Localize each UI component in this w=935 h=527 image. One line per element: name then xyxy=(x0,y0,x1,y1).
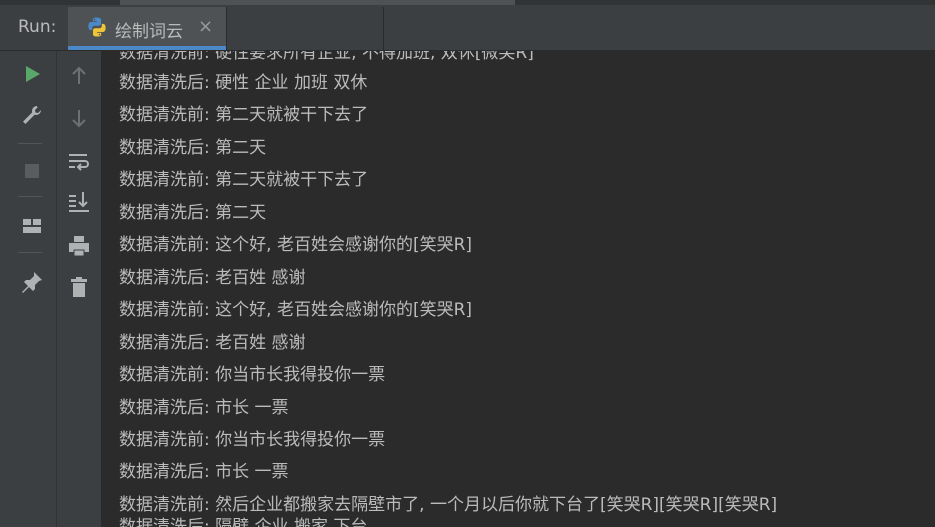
console-line: 数据清洗后: 隔壁 企业 搬家 下台 xyxy=(119,517,368,527)
console-line: 数据清洗后: 老百姓 感谢 xyxy=(119,267,306,288)
console-line: 数据清洗后: 第二天 xyxy=(119,137,267,158)
console-output[interactable]: 数据清洗前: 硬性要求所有企业, 不得加班, 双休[微笑R] 数据清洗后: 硬性… xyxy=(101,51,935,527)
console-line: 数据清洗前: 第二天就被干下去了 xyxy=(119,105,369,126)
tab-divider xyxy=(383,7,384,50)
stop-icon[interactable] xyxy=(18,157,46,185)
up-arrow-icon[interactable] xyxy=(65,62,93,90)
left-toolbar xyxy=(0,51,56,527)
run-icon[interactable] xyxy=(18,60,46,88)
layout-icon[interactable] xyxy=(18,212,46,240)
console-line: 数据清洗前: 第二天就被干下去了 xyxy=(119,170,369,191)
run-label: Run: xyxy=(18,17,57,37)
console-line: 数据清洗前: 你当市长我得投你一票 xyxy=(119,365,386,386)
console-line: 数据清洗后: 市长 一票 xyxy=(119,397,289,418)
scroll-to-end-icon[interactable] xyxy=(65,188,93,216)
toolbar-separator xyxy=(18,143,42,144)
console-line: 数据清洗前: 你当市长我得投你一票 xyxy=(119,429,386,450)
console-line: 数据清洗后: 第二天 xyxy=(119,202,267,223)
soft-wrap-icon[interactable] xyxy=(65,147,93,175)
run-toolwindow-header: Run: 绘制词云 × xyxy=(0,0,935,51)
down-arrow-icon[interactable] xyxy=(65,104,93,132)
python-icon xyxy=(88,17,106,37)
close-icon[interactable]: × xyxy=(198,16,213,37)
console-line: 数据清洗前: 硬性要求所有企业, 不得加班, 双休[微笑R] xyxy=(119,51,534,63)
console-line: 数据清洗前: 这个好, 老百姓会感谢你的[笑哭R] xyxy=(119,300,473,321)
pin-icon[interactable] xyxy=(18,268,46,296)
tab-divider xyxy=(226,7,227,50)
print-icon[interactable] xyxy=(65,232,93,260)
console-line: 数据清洗后: 硬性 企业 加班 双休 xyxy=(119,73,368,93)
trash-icon[interactable] xyxy=(65,273,93,301)
tab-active-indicator xyxy=(68,46,226,50)
toolbar-separator xyxy=(18,252,42,253)
console-toolbar xyxy=(56,51,102,527)
wrench-icon[interactable] xyxy=(18,102,46,130)
tab-run-config[interactable]: 绘制词云 × xyxy=(68,7,226,50)
tab-scroll-thumb[interactable] xyxy=(120,0,515,5)
console-line: 数据清洗后: 老百姓 感谢 xyxy=(119,332,306,353)
tab-title: 绘制词云 xyxy=(115,22,183,42)
toolbar-separator xyxy=(18,196,42,197)
console-line: 数据清洗后: 市长 一票 xyxy=(119,462,289,483)
console-line: 数据清洗前: 这个好, 老百姓会感谢你的[笑哭R] xyxy=(119,235,473,256)
